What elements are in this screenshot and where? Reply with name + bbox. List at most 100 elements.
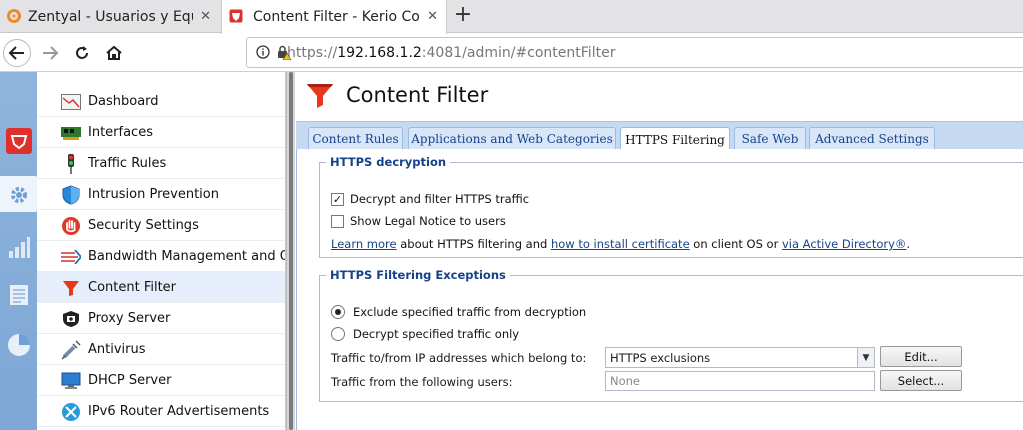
app-area: Dashboard Interfaces Traffic Rules Intru… bbox=[0, 72, 1023, 430]
exclude-traffic-radio[interactable] bbox=[331, 305, 345, 319]
traffic-light-icon bbox=[61, 154, 81, 174]
funnel-icon bbox=[61, 278, 81, 298]
sidebar-item-label: Antivirus bbox=[88, 341, 146, 357]
forward-button[interactable] bbox=[37, 39, 63, 67]
active-directory-link[interactable]: via Active Directory® bbox=[782, 237, 906, 251]
exclude-traffic-radio-row[interactable]: Exclude specified traffic from decryptio… bbox=[331, 305, 586, 319]
url-scheme: https:// bbox=[287, 44, 338, 61]
splitter-grip[interactable] bbox=[289, 72, 293, 430]
tab-https-filtering[interactable]: HTTPS Filtering bbox=[620, 127, 730, 151]
tab-safe-web[interactable]: Safe Web bbox=[734, 127, 806, 150]
new-tab-button[interactable]: + bbox=[452, 4, 474, 28]
close-icon[interactable]: ✕ bbox=[427, 9, 438, 24]
tab-title: Zentyal - Usuarios y Equi bbox=[28, 8, 193, 25]
kerio-favicon-icon bbox=[229, 9, 243, 23]
sidebar-item-antivirus[interactable]: Antivirus bbox=[37, 334, 285, 365]
sidebar-item-label: Interfaces bbox=[88, 124, 153, 140]
bandwidth-arrows-icon bbox=[61, 247, 81, 267]
tab-content-rules[interactable]: Content Rules bbox=[308, 127, 403, 150]
sidebar-item-label: DHCP Server bbox=[88, 372, 172, 388]
sidebar-item-label: Content Filter bbox=[88, 279, 177, 295]
sidebar-item-security-settings[interactable]: Security Settings bbox=[37, 210, 285, 241]
dashboard-icon bbox=[61, 92, 81, 112]
info-text: . bbox=[906, 237, 911, 251]
browser-tab-bar: Zentyal - Usuarios y Equi ✕ Content Filt… bbox=[0, 0, 1023, 34]
group-legend: HTTPS Filtering Exceptions bbox=[330, 268, 506, 282]
section-rail bbox=[0, 72, 37, 430]
sidebar-item-label: Security Settings bbox=[88, 217, 199, 233]
signal-bars-icon bbox=[8, 236, 30, 258]
pie-chart-icon bbox=[7, 333, 30, 356]
sidebar-item-label: Traffic Rules bbox=[88, 155, 167, 171]
users-field[interactable]: None bbox=[605, 371, 875, 391]
browser-tab-zentyal[interactable]: Zentyal - Usuarios y Equi ✕ bbox=[0, 0, 219, 33]
browser-tab-kerio[interactable]: Content Filter - Kerio Con ✕ bbox=[221, 0, 447, 34]
page-title: Content Filter bbox=[346, 83, 489, 107]
hand-stop-icon bbox=[61, 216, 81, 236]
sidebar-item-proxy-server[interactable]: Proxy Server bbox=[37, 303, 285, 334]
content-tab-strip: Content Rules Applications and Web Categ… bbox=[296, 121, 1023, 151]
rail-configuration-button[interactable] bbox=[4, 180, 33, 209]
sidebar-item-content-filter[interactable]: Content Filter bbox=[37, 272, 285, 303]
sidebar-item-bandwidth-management[interactable]: Bandwidth Management and QoS bbox=[37, 241, 285, 272]
rail-logs-button[interactable] bbox=[4, 280, 33, 309]
reload-button[interactable] bbox=[70, 39, 94, 67]
https-info-text: Learn more about HTTPS filtering and how… bbox=[331, 237, 910, 251]
url-rest: :4081/admin/#contentFilter bbox=[421, 44, 616, 61]
sidebar-item-interfaces[interactable]: Interfaces bbox=[37, 117, 285, 148]
legal-notice-checkbox-row[interactable]: Show Legal Notice to users bbox=[331, 214, 506, 228]
radio-label: Decrypt specified traffic only bbox=[353, 327, 520, 341]
info-icon bbox=[256, 45, 270, 59]
https-exceptions-group: HTTPS Filtering Exceptions Exclude speci… bbox=[319, 268, 1023, 402]
close-icon[interactable]: ✕ bbox=[200, 9, 211, 24]
ip-group-select[interactable]: HTTPS exclusions ▼ bbox=[605, 347, 875, 368]
sidebar-item-intrusion-prevention[interactable]: Intrusion Prevention bbox=[37, 179, 285, 210]
main-content: Content Filter Content Rules Application… bbox=[296, 72, 1023, 430]
sidebar-menu: Dashboard Interfaces Traffic Rules Intru… bbox=[37, 72, 286, 430]
page-header: Content Filter bbox=[306, 80, 488, 110]
rail-statistics-button[interactable] bbox=[4, 330, 33, 359]
tab-advanced-settings[interactable]: Advanced Settings bbox=[809, 127, 935, 150]
info-text: about HTTPS filtering and bbox=[396, 237, 551, 251]
sidebar-item-traffic-rules[interactable]: Traffic Rules bbox=[37, 148, 285, 179]
url-host: 192.168.1.2 bbox=[337, 44, 422, 61]
decrypt-only-radio[interactable] bbox=[331, 327, 345, 341]
checkbox-label: Decrypt and filter HTTPS traffic bbox=[350, 192, 530, 206]
home-button[interactable] bbox=[102, 39, 126, 67]
site-info-group[interactable] bbox=[256, 44, 292, 60]
sidebar-item-dashboard[interactable]: Dashboard bbox=[37, 86, 285, 117]
decrypt-https-checkbox-row[interactable]: ✓ Decrypt and filter HTTPS traffic bbox=[331, 192, 529, 206]
radio-label: Exclude specified traffic from decryptio… bbox=[353, 305, 587, 319]
group-legend: HTTPS decryption bbox=[330, 155, 447, 169]
rail-security-button[interactable] bbox=[4, 126, 33, 155]
edit-button[interactable]: Edit... bbox=[880, 346, 962, 367]
learn-more-link[interactable]: Learn more bbox=[331, 237, 397, 251]
address-bar[interactable]: https://192.168.1.2:4081/admin/#contentF… bbox=[246, 37, 1023, 68]
sidebar-item-dhcp-server[interactable]: DHCP Server bbox=[37, 365, 285, 396]
users-label: Traffic from the following users: bbox=[331, 375, 513, 389]
funnel-icon bbox=[307, 84, 333, 108]
rail-status-button[interactable] bbox=[4, 232, 33, 261]
checkbox-label: Show Legal Notice to users bbox=[350, 214, 506, 228]
reload-icon bbox=[76, 46, 88, 59]
radio-dot bbox=[335, 309, 341, 315]
back-button[interactable] bbox=[3, 39, 31, 67]
sidebar-item-label: Dashboard bbox=[88, 93, 159, 109]
sidebar-item-label: Intrusion Prevention bbox=[88, 186, 219, 202]
panel-splitter[interactable] bbox=[286, 72, 295, 430]
chevron-down-icon[interactable]: ▼ bbox=[857, 348, 874, 367]
tab-applications-web-categories[interactable]: Applications and Web Categories bbox=[408, 127, 616, 150]
monitor-icon bbox=[61, 371, 81, 391]
install-certificate-link[interactable]: how to install certificate bbox=[551, 237, 690, 251]
sidebar-item-ipv6-router-advertisements[interactable]: IPv6 Router Advertisements bbox=[37, 396, 285, 427]
arrow-left-icon bbox=[8, 46, 24, 60]
proxy-shield-icon bbox=[61, 309, 81, 329]
tab-title: Content Filter - Kerio Con bbox=[253, 9, 421, 25]
tab-panel: HTTPS decryption ✓ Decrypt and filter HT… bbox=[296, 149, 1023, 430]
decrypt-only-radio-row[interactable]: Decrypt specified traffic only bbox=[331, 327, 519, 341]
browser-nav-bar: https://192.168.1.2:4081/admin/#contentF… bbox=[0, 34, 1023, 72]
decrypt-https-checkbox[interactable]: ✓ bbox=[331, 192, 344, 206]
legal-notice-checkbox[interactable] bbox=[331, 214, 344, 228]
select-users-button[interactable]: Select... bbox=[880, 370, 962, 391]
sidebar-item-label: Proxy Server bbox=[88, 310, 171, 326]
